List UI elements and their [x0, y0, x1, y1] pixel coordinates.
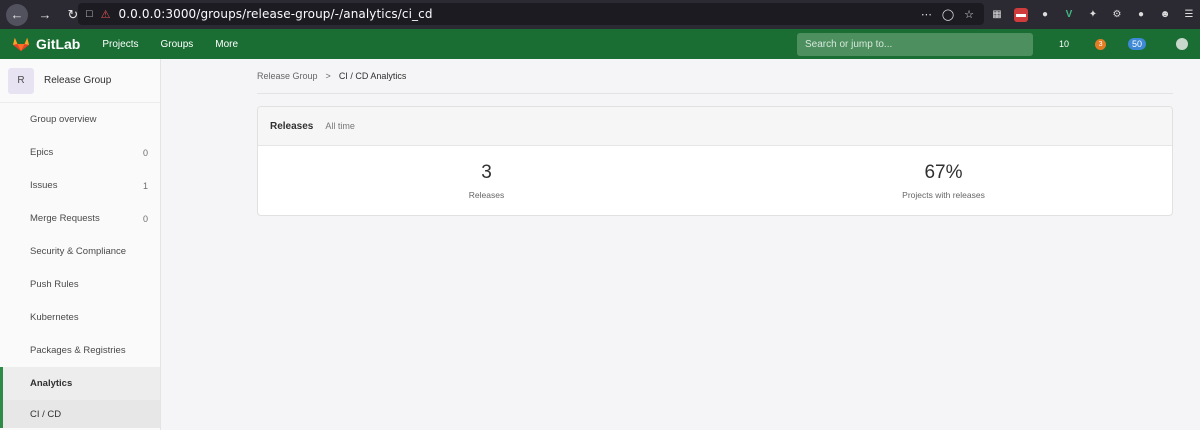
extension-puzzle-icon[interactable]: ✦ — [1086, 8, 1100, 22]
sidebar-item-label: Analytics — [30, 378, 73, 389]
star-icon[interactable]: ☆ — [964, 8, 974, 21]
breadcrumb-parent[interactable]: Release Group — [257, 71, 318, 81]
stat-label: Releases — [468, 190, 505, 200]
todos-badge[interactable]: 50 — [1128, 38, 1147, 50]
extension-face-icon[interactable]: ☻ — [1158, 8, 1172, 22]
sidebar-item-label: Security & Compliance — [30, 246, 127, 257]
issues-count-badge[interactable]: 10 — [1055, 38, 1073, 50]
sidebar-item-push-rules[interactable]: Push Rules — [0, 268, 160, 301]
sidebar-item-label: Merge Requests — [30, 213, 100, 224]
group-name: Release Group — [44, 75, 112, 86]
sidebar-item-label: Issues — [30, 180, 58, 191]
sidebar-item-group-overview[interactable]: Group overview — [0, 103, 160, 136]
back-button[interactable]: ← — [6, 3, 28, 26]
gitlab-top-nav: GitLab Projects Groups More Search or ju… — [0, 29, 1200, 59]
nav-projects[interactable]: Projects — [102, 39, 138, 50]
nav-groups[interactable]: Groups — [160, 39, 193, 50]
stat-projects-with-releases: 67% Projects with releases — [715, 146, 1172, 215]
sidebar-subitem-ci-cd[interactable]: CI / CD — [0, 400, 160, 428]
search-input[interactable]: Search or jump to... — [797, 33, 1033, 56]
vue-devtools-icon[interactable]: V — [1062, 8, 1076, 22]
forward-button[interactable]: → — [34, 4, 56, 26]
sidebar-item-merge-requests[interactable]: Merge Requests 0 — [0, 202, 160, 235]
group-header[interactable]: R Release Group — [0, 59, 160, 103]
nav-more[interactable]: More — [215, 39, 238, 50]
sidebar-item-kubernetes[interactable]: Kubernetes — [0, 301, 160, 334]
panel-title: Releases — [270, 120, 314, 132]
release-stats: 3 Releases 67% Projects with releases — [258, 146, 1172, 215]
arrow-left-icon: ← — [10, 7, 24, 22]
sidebar-item-label: Epics — [30, 147, 54, 158]
sidebar-item-label: Push Rules — [30, 279, 79, 290]
sidebar-item-label: CI / CD — [30, 408, 62, 420]
sidebar-item-label: Kubernetes — [30, 312, 79, 323]
extension-ghost-icon[interactable]: ● — [1038, 8, 1052, 22]
sidebar-item-count: 1 — [142, 180, 148, 191]
pocket-icon[interactable]: ◯ — [942, 8, 954, 21]
ellipsis-icon[interactable]: ⋯ — [921, 8, 932, 21]
sidebar-item-analytics[interactable]: Analytics — [0, 367, 160, 400]
browser-toolbar: ← → ↻ □ ⚠ 0.0.0.0:3000/groups/release-gr… — [0, 0, 1200, 29]
sidebar-item-issues[interactable]: Issues 1 — [0, 169, 160, 202]
stat-value: 67% — [924, 162, 963, 183]
merge-requests-badge[interactable]: 3 — [1095, 38, 1107, 50]
gitlab-logo[interactable]: GitLab — [12, 36, 80, 52]
sidebar-item-count: 0 — [142, 213, 148, 224]
sidebar-item-packages-registries[interactable]: Packages & Registries — [0, 334, 160, 367]
breadcrumb-separator: > — [325, 71, 331, 81]
extensions-icon[interactable]: ▦ — [990, 8, 1004, 22]
reload-icon: ↻ — [67, 6, 79, 22]
address-bar[interactable]: □ ⚠ 0.0.0.0:3000/groups/release-group/-/… — [78, 3, 984, 25]
tanuki-icon — [13, 37, 29, 52]
extension-dot-icon[interactable]: ● — [1134, 8, 1148, 22]
sidebar-item-label: Packages & Registries — [30, 345, 126, 356]
stat-value: 3 — [481, 162, 492, 183]
releases-panel: Releases All time 3 Releases 67% Project… — [257, 106, 1173, 216]
insecure-lock-icon: ⚠ — [100, 8, 111, 21]
sidebar-item-label: Group overview — [30, 114, 97, 125]
breadcrumb-current: CI / CD Analytics — [338, 71, 407, 81]
panel-header: Releases All time — [258, 107, 1172, 146]
group-sidebar: R Release Group Group overview Epics 0 I… — [0, 59, 161, 430]
logo-text: GitLab — [36, 36, 81, 52]
stat-releases: 3 Releases — [258, 146, 715, 215]
user-avatar[interactable] — [1176, 38, 1188, 50]
sidebar-item-epics[interactable]: Epics 0 — [0, 136, 160, 169]
arrow-right-icon: → — [38, 7, 52, 22]
stat-label: Projects with releases — [902, 190, 985, 200]
menu-icon[interactable]: ☰ — [1182, 8, 1196, 22]
sidebar-item-security-compliance[interactable]: Security & Compliance — [0, 235, 160, 268]
extension-red-icon[interactable]: ▬ — [1014, 7, 1028, 22]
url-text[interactable]: 0.0.0.0:3000/groups/release-group/-/anal… — [119, 7, 433, 21]
shield-icon: □ — [86, 8, 93, 20]
group-avatar: R — [8, 67, 34, 94]
sidebar-item-count: 0 — [142, 147, 148, 158]
extension-gear-icon[interactable]: ⚙ — [1110, 8, 1124, 22]
divider — [257, 93, 1173, 94]
breadcrumb: Release Group > CI / CD Analytics — [257, 71, 406, 81]
panel-subtitle: All time — [325, 121, 355, 131]
